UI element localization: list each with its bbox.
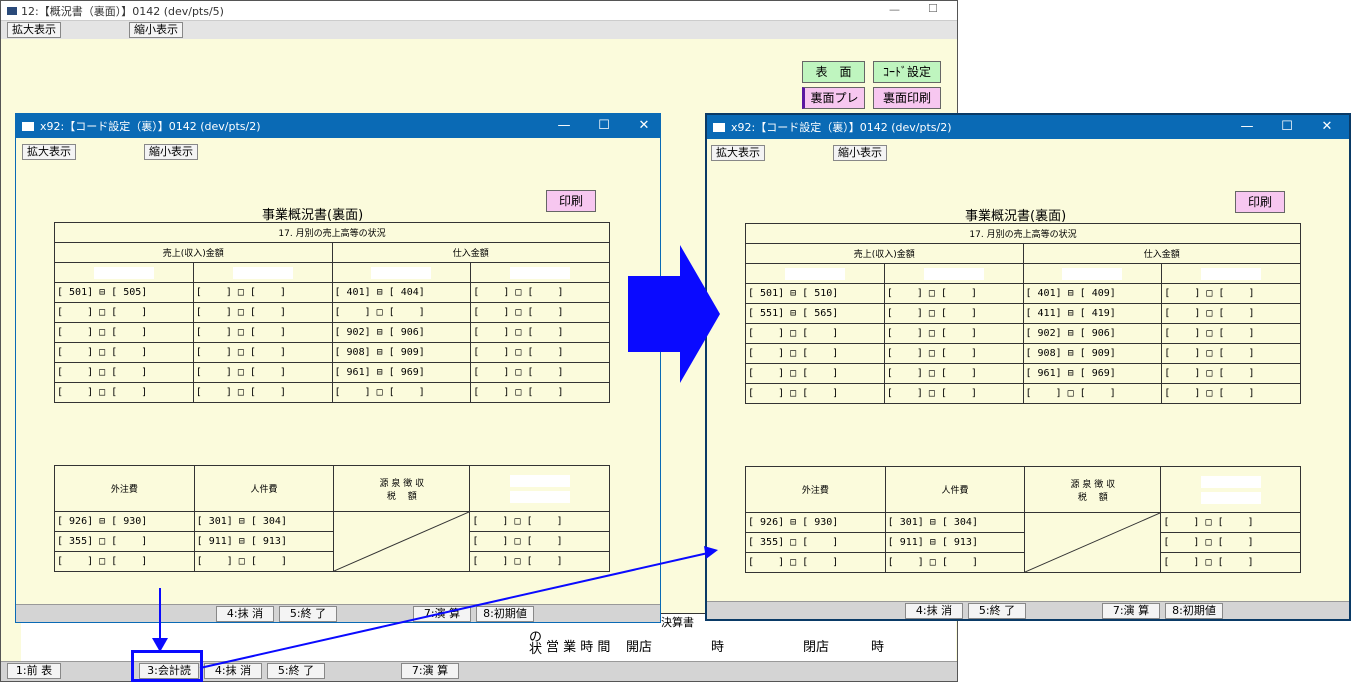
big-right-arrow-icon xyxy=(628,245,720,383)
diagonal-arrow-line xyxy=(199,552,709,669)
annotation-overlay xyxy=(152,245,720,669)
diagonal-arrow-head-icon xyxy=(704,546,718,559)
highlight-read-accounting xyxy=(131,650,203,682)
